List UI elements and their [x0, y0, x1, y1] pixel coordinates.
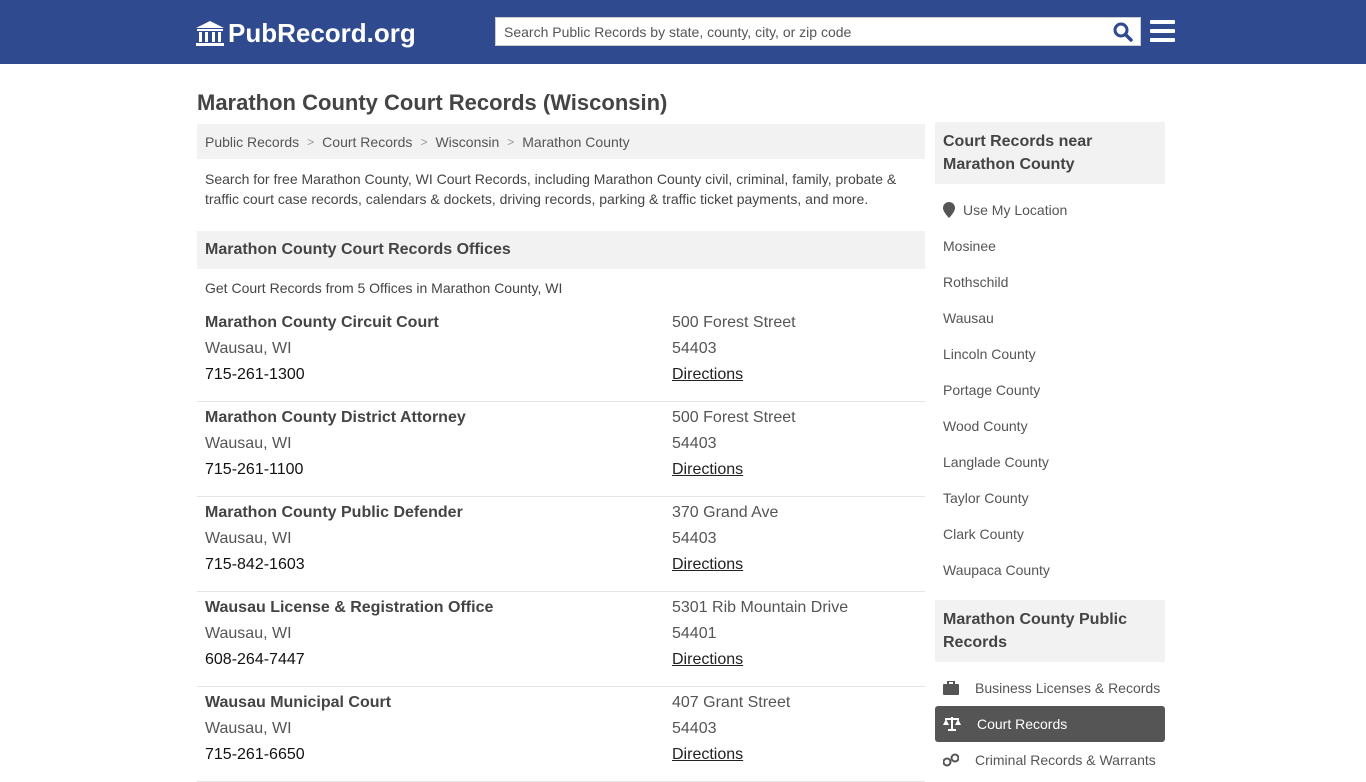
nearby-link[interactable]: Wood County: [935, 408, 1165, 444]
breadcrumb-separator: >: [307, 134, 315, 149]
office-list: Marathon County Circuit Court Wausau, WI…: [197, 307, 925, 782]
breadcrumb-wisconsin[interactable]: Wisconsin: [435, 134, 499, 150]
use-my-location-label: Use My Location: [963, 202, 1068, 218]
office-zip: 54403: [672, 340, 717, 357]
directions-link[interactable]: Directions: [672, 556, 743, 573]
directions-link[interactable]: Directions: [672, 461, 743, 478]
public-records-section-title: Marathon County Public Records: [935, 600, 1165, 662]
handcuffs-icon: [943, 753, 967, 767]
breadcrumb-separator: >: [420, 134, 428, 149]
office-zip: 54403: [672, 435, 717, 452]
logo-text: PubRecord.org: [228, 18, 416, 48]
public-records-label: Business Licenses & Records: [975, 680, 1161, 696]
office-phone[interactable]: 715-261-1300: [205, 362, 439, 388]
office-name: Wausau Municipal Court: [205, 694, 392, 711]
search-bar: [495, 17, 1141, 46]
office-address: 370 Grand Ave: [672, 504, 779, 521]
nearby-link[interactable]: Clark County: [935, 516, 1165, 552]
site-logo[interactable]: PubRecord.org: [196, 18, 416, 49]
nearby-section-title: Court Records near Marathon County: [935, 122, 1165, 184]
office-address: 407 Grant Street: [672, 694, 791, 711]
office-address: 5301 Rib Mountain Drive: [672, 599, 849, 616]
search-icon: [1113, 22, 1133, 42]
directions-link[interactable]: Directions: [672, 366, 743, 383]
public-records-link[interactable]: Business Licenses & Records: [935, 670, 1165, 706]
nearby-link[interactable]: Mosinee: [935, 228, 1165, 264]
office-phone[interactable]: 715-261-1100: [205, 457, 466, 483]
search-button[interactable]: [1106, 18, 1140, 45]
nearby-link[interactable]: Rothschild: [935, 264, 1165, 300]
office-name: Marathon County District Attorney: [205, 409, 466, 426]
office-item: Marathon County Public Defender Wausau, …: [197, 497, 925, 592]
office-zip: 54401: [672, 625, 717, 642]
office-city: Wausau, WI: [205, 340, 292, 357]
public-records-label: Criminal Records & Warrants: [975, 752, 1156, 768]
intro-text: Search for free Marathon County, WI Cour…: [205, 171, 897, 207]
scale-icon: [943, 717, 969, 731]
breadcrumb: Public Records > Court Records > Wiscons…: [197, 124, 925, 159]
courthouse-icon: [196, 20, 224, 46]
office-city: Wausau, WI: [205, 530, 292, 547]
breadcrumb-separator: >: [507, 134, 515, 149]
office-address: 500 Forest Street: [672, 314, 796, 331]
nearby-link[interactable]: Langlade County: [935, 444, 1165, 480]
nearby-link[interactable]: Wausau: [935, 300, 1165, 336]
breadcrumb-public-records[interactable]: Public Records: [205, 134, 299, 150]
office-city: Wausau, WI: [205, 625, 292, 642]
use-my-location-link[interactable]: Use My Location: [935, 192, 1165, 228]
offices-section-subtitle: Get Court Records from 5 Offices in Mara…: [205, 280, 563, 296]
nearby-link[interactable]: Taylor County: [935, 480, 1165, 516]
office-zip: 54403: [672, 530, 717, 547]
search-input[interactable]: [496, 18, 1106, 45]
top-navbar: PubRecord.org: [0, 0, 1366, 64]
breadcrumb-marathon-county[interactable]: Marathon County: [522, 134, 629, 150]
map-pin-icon: [943, 202, 955, 218]
nearby-link[interactable]: Lincoln County: [935, 336, 1165, 372]
office-zip: 54403: [672, 720, 717, 737]
directions-link[interactable]: Directions: [672, 746, 743, 763]
office-phone[interactable]: 715-842-1603: [205, 552, 463, 578]
office-name: Marathon County Circuit Court: [205, 314, 439, 331]
office-phone[interactable]: 608-264-7447: [205, 647, 493, 673]
office-city: Wausau, WI: [205, 435, 292, 452]
nearby-link[interactable]: Waupaca County: [935, 552, 1165, 588]
public-records-link[interactable]: Court Records: [935, 706, 1165, 742]
breadcrumb-court-records[interactable]: Court Records: [322, 134, 412, 150]
hamburger-menu-icon[interactable]: [1150, 20, 1175, 42]
directions-link[interactable]: Directions: [672, 651, 743, 668]
office-address: 500 Forest Street: [672, 409, 796, 426]
offices-section-title: Marathon County Court Records Offices: [197, 231, 925, 269]
office-item: Wausau License & Registration Office Wau…: [197, 592, 925, 687]
public-records-link[interactable]: Criminal Records & Warrants: [935, 742, 1165, 778]
office-item: Marathon County Circuit Court Wausau, WI…: [197, 307, 925, 402]
briefcase-icon: [943, 681, 967, 695]
office-phone[interactable]: 715-261-6650: [205, 742, 391, 768]
office-name: Marathon County Public Defender: [205, 504, 463, 521]
public-records-label: Court Records: [977, 716, 1068, 732]
page-title: Marathon County Court Records (Wisconsin…: [197, 90, 668, 115]
office-city: Wausau, WI: [205, 720, 292, 737]
nearby-link[interactable]: Portage County: [935, 372, 1165, 408]
office-item: Marathon County District Attorney Wausau…: [197, 402, 925, 497]
office-name: Wausau License & Registration Office: [205, 599, 494, 616]
